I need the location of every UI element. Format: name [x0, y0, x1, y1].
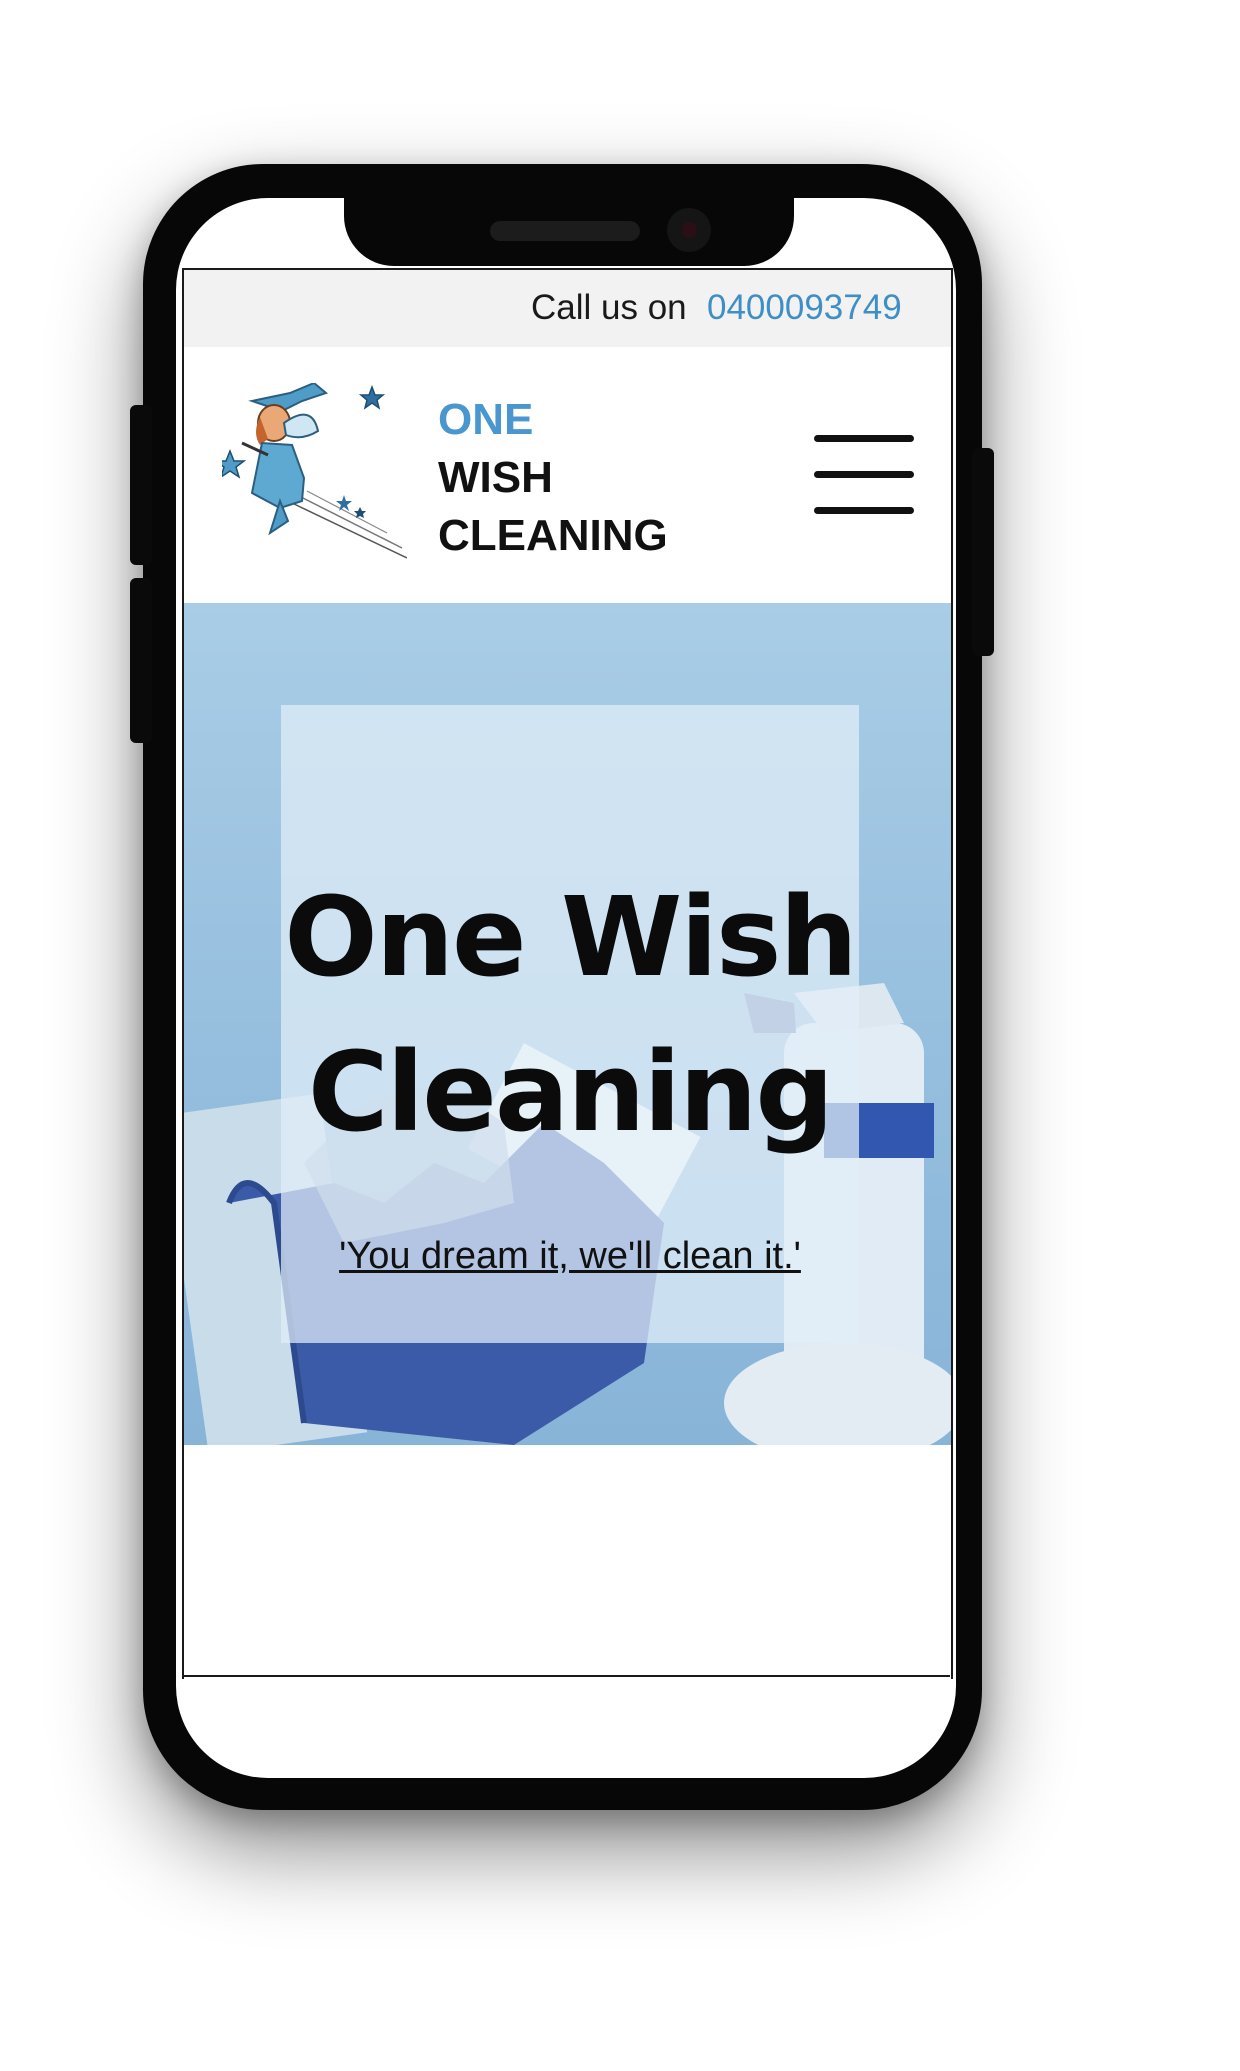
volume-down-button [130, 578, 152, 743]
menu-bar-line [814, 471, 914, 478]
volume-up-button [130, 405, 152, 565]
hero-title: One Wish Cleaning [281, 860, 859, 1170]
menu-bar-line [814, 507, 914, 514]
front-camera [667, 208, 711, 252]
call-us-bar: Call us on 0400093749 [184, 270, 951, 347]
wizard-logo-image[interactable] [222, 383, 407, 563]
power-button [972, 448, 994, 656]
phone-number-link[interactable]: 0400093749 [707, 288, 902, 328]
hero-title-line-1: One Wish [284, 873, 858, 1001]
logo-text-wish: WISH [438, 453, 553, 502]
hero-text-card: One Wish Cleaning 'You dream it, we'll c… [281, 705, 859, 1343]
hero-tagline-link[interactable]: 'You dream it, we'll clean it.' [281, 1235, 859, 1278]
menu-bar-line [814, 435, 914, 442]
hero-banner: One Wish Cleaning 'You dream it, we'll c… [184, 603, 951, 1445]
hero-title-line-2: Cleaning [307, 1028, 834, 1156]
speaker-grille [490, 221, 640, 241]
website-viewport: Call us on 0400093749 ONE WISH CLEANING [182, 268, 953, 1679]
logo-text-one: ONE [438, 395, 534, 444]
site-header: ONE WISH CLEANING [184, 347, 951, 603]
hamburger-menu-icon[interactable] [814, 435, 914, 517]
call-us-label: Call us on [531, 288, 687, 327]
logo-text-cleaning: CLEANING [438, 511, 668, 560]
viewport-bottom-border [182, 1675, 950, 1677]
